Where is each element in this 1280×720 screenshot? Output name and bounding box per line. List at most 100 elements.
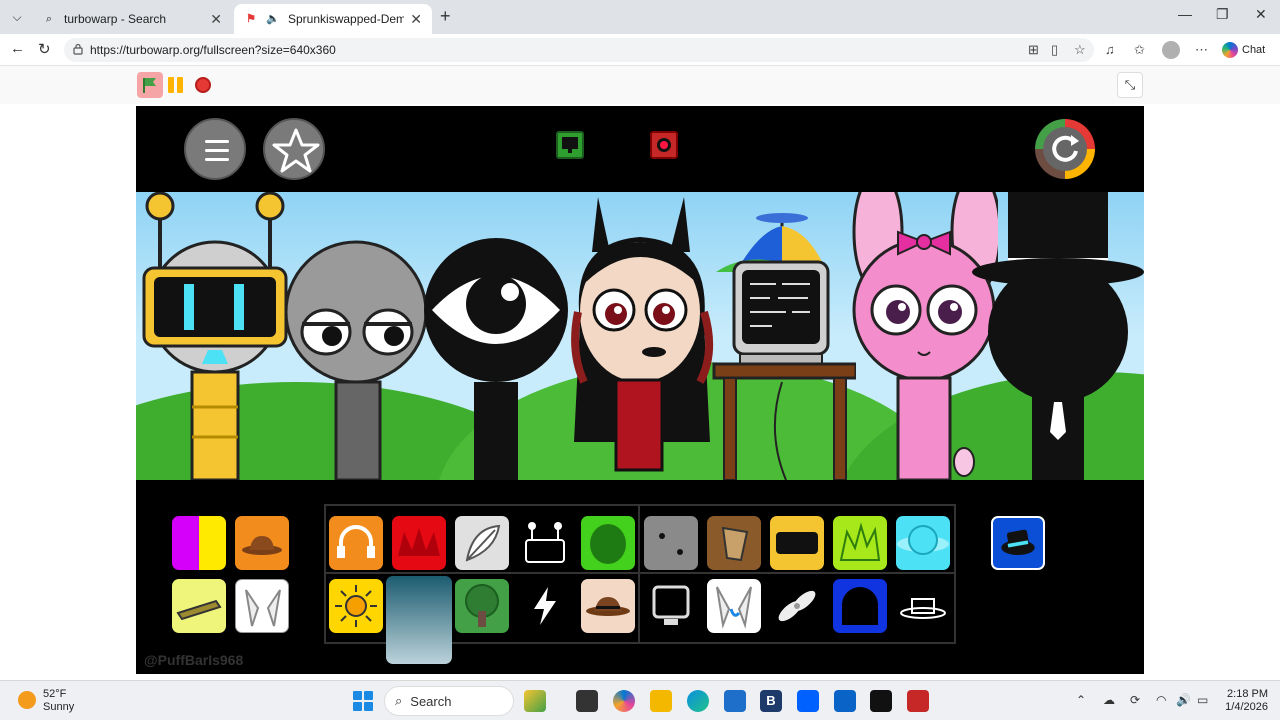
sound-icon-cup[interactable] — [707, 516, 761, 570]
computer-character[interactable] — [706, 212, 856, 480]
back-arrow-icon[interactable]: ← — [10, 40, 25, 57]
sound-icon-paint-splash[interactable] — [172, 516, 226, 570]
project-stage[interactable]: 🔈 🎧 ✕ — [136, 106, 1144, 674]
weather-widget[interactable]: 52°F Sunny — [43, 688, 74, 714]
b-app-icon[interactable]: B — [760, 690, 782, 712]
outlook-icon[interactable] — [834, 690, 856, 712]
tray-chevron-icon[interactable]: ⌃ — [1076, 693, 1086, 707]
exit-fullscreen-icon[interactable]: ⤡ — [1117, 72, 1143, 98]
close-icon[interactable]: ✕ — [210, 11, 222, 28]
copilot-app-icon[interactable] — [613, 690, 635, 712]
sound-icon-monitor[interactable] — [644, 579, 698, 633]
search-icon: ⌕ — [395, 693, 403, 708]
green-computer-button[interactable] — [556, 131, 584, 159]
sound-icon-blue-ring[interactable] — [833, 579, 887, 633]
start-windows-icon[interactable] — [353, 691, 373, 711]
sound-icon-headphones[interactable] — [329, 516, 383, 570]
taskbar-search[interactable]: ⌕ Search — [384, 686, 514, 716]
sun-weather-icon[interactable] — [18, 691, 36, 709]
reset-icon — [1052, 135, 1079, 162]
volume-icon[interactable]: 🔊 — [1176, 693, 1191, 707]
sound-icon-cyan-planet[interactable] — [896, 516, 950, 570]
capcut-icon[interactable] — [870, 690, 892, 712]
player-controls-bar — [0, 66, 1280, 104]
sound-icon-sun[interactable] — [329, 579, 383, 633]
bonus-star-button[interactable] — [263, 118, 325, 180]
sound-icon-brown-hat[interactable] — [235, 516, 289, 570]
grey-character[interactable] — [284, 232, 434, 480]
sound-icon-bunny-ears[interactable] — [707, 579, 761, 633]
speaker-icon[interactable]: 🔈 — [266, 12, 280, 26]
task-view-icon[interactable] — [576, 690, 598, 712]
address-bar[interactable]: https://turbowarp.org/fullscreen?size=64… — [64, 38, 1094, 62]
edge-browser-icon[interactable] — [687, 690, 709, 712]
sound-icon-antenna-robot[interactable] — [518, 516, 572, 570]
stop-button[interactable] — [195, 77, 211, 93]
clock-date: 1/4/2026 — [1225, 701, 1268, 713]
favorites-icon[interactable]: ✩ — [1134, 42, 1145, 58]
clock-time: 2:18 PM — [1227, 688, 1268, 700]
weather-condition: Sunny — [43, 701, 75, 713]
battery-icon[interactable]: ▭ — [1197, 693, 1208, 707]
sound-icon-green-spikes[interactable] — [833, 516, 887, 570]
robot-character[interactable] — [136, 192, 296, 480]
minimize-icon[interactable]: — — [1178, 6, 1192, 22]
widgets-icon[interactable] — [524, 690, 546, 712]
tab-turbowarp-search[interactable]: ⌕ turbowarp - Search ✕ — [32, 4, 232, 34]
recorder-icon[interactable] — [907, 690, 929, 712]
record-icon — [657, 138, 671, 152]
sound-icon-green-blob[interactable] — [581, 516, 635, 570]
restore-icon[interactable]: ❐ — [1216, 6, 1229, 23]
author-handle: @PuffBarIs968 — [144, 652, 244, 668]
top-hat-character[interactable] — [972, 192, 1144, 480]
red-record-button[interactable] — [650, 131, 678, 159]
sound-icon-white-hat[interactable] — [896, 579, 950, 633]
close-icon[interactable]: ✕ — [410, 11, 422, 28]
dropbox-icon[interactable] — [797, 690, 819, 712]
tab-list-chevron-icon[interactable]: ⌵ — [6, 6, 28, 28]
sound-icon-visor[interactable] — [770, 516, 824, 570]
menu-button[interactable] — [184, 118, 246, 180]
sound-icon-lightning[interactable] — [518, 579, 572, 633]
system-clock[interactable]: 2:18 PM 1/4/2026 — [1220, 688, 1268, 714]
tab-sprunki-project[interactable]: ⚑ 🔈 Sprunkiswapped-Demons gre ✕ — [234, 4, 432, 34]
sound-icon-ghost-dragging[interactable] — [386, 576, 452, 664]
more-menu-icon[interactable]: ⋯ — [1195, 42, 1208, 58]
site-info-icon[interactable] — [72, 43, 84, 55]
search-icon: ⌕ — [45, 13, 53, 25]
sync-icon[interactable]: ⟳ — [1130, 693, 1140, 707]
sound-icon-fedora[interactable] — [581, 579, 635, 633]
file-explorer-icon[interactable] — [650, 690, 672, 712]
apps-grid-icon[interactable]: ⊞ — [1028, 42, 1039, 58]
favorite-star-icon[interactable]: ☆ — [1074, 42, 1086, 58]
propeller-icon — [778, 590, 816, 622]
media-icon[interactable]: ♫ — [1105, 42, 1115, 57]
reset-button[interactable] — [1035, 119, 1095, 179]
sound-icon-red-spikes[interactable] — [392, 516, 446, 570]
green-flag-button[interactable] — [137, 72, 163, 98]
pause-button[interactable] — [168, 77, 184, 93]
store-icon[interactable] — [724, 690, 746, 712]
eye-character[interactable] — [424, 232, 570, 480]
sound-icon-flat-hat[interactable] — [172, 579, 226, 633]
new-tab-plus-icon[interactable]: + — [440, 6, 451, 27]
reading-view-icon[interactable]: ▯ — [1051, 42, 1058, 58]
search-label: Search — [410, 693, 452, 709]
reload-icon[interactable]: ↻ — [38, 40, 51, 58]
sound-icon-blue-top-hat[interactable] — [991, 516, 1045, 570]
sound-icon-feather[interactable] — [455, 516, 509, 570]
sound-icon-propeller[interactable] — [770, 579, 824, 633]
window-close-icon[interactable]: ✕ — [1255, 6, 1267, 23]
onedrive-icon[interactable]: ☁ — [1103, 693, 1115, 707]
sound-icon-grey-dots[interactable] — [644, 516, 698, 570]
windows-taskbar: 52°F Sunny ⌕ Search B ⌃ ☁ ⟳ ◠ 🔊 ▭ 2:18 P… — [0, 680, 1280, 720]
copilot-chat-button[interactable]: Chat — [1222, 40, 1265, 60]
demon-character[interactable] — [560, 192, 722, 480]
wifi-icon[interactable]: ◠ — [1156, 693, 1166, 707]
monitor-icon — [652, 585, 690, 625]
sound-icon-tree[interactable] — [455, 579, 509, 633]
sound-icon-white-ears[interactable] — [235, 579, 289, 633]
character-scene: 🔈 🎧 ✕ — [136, 192, 1144, 480]
profile-avatar[interactable] — [1162, 41, 1180, 59]
menu-icon — [205, 140, 229, 143]
